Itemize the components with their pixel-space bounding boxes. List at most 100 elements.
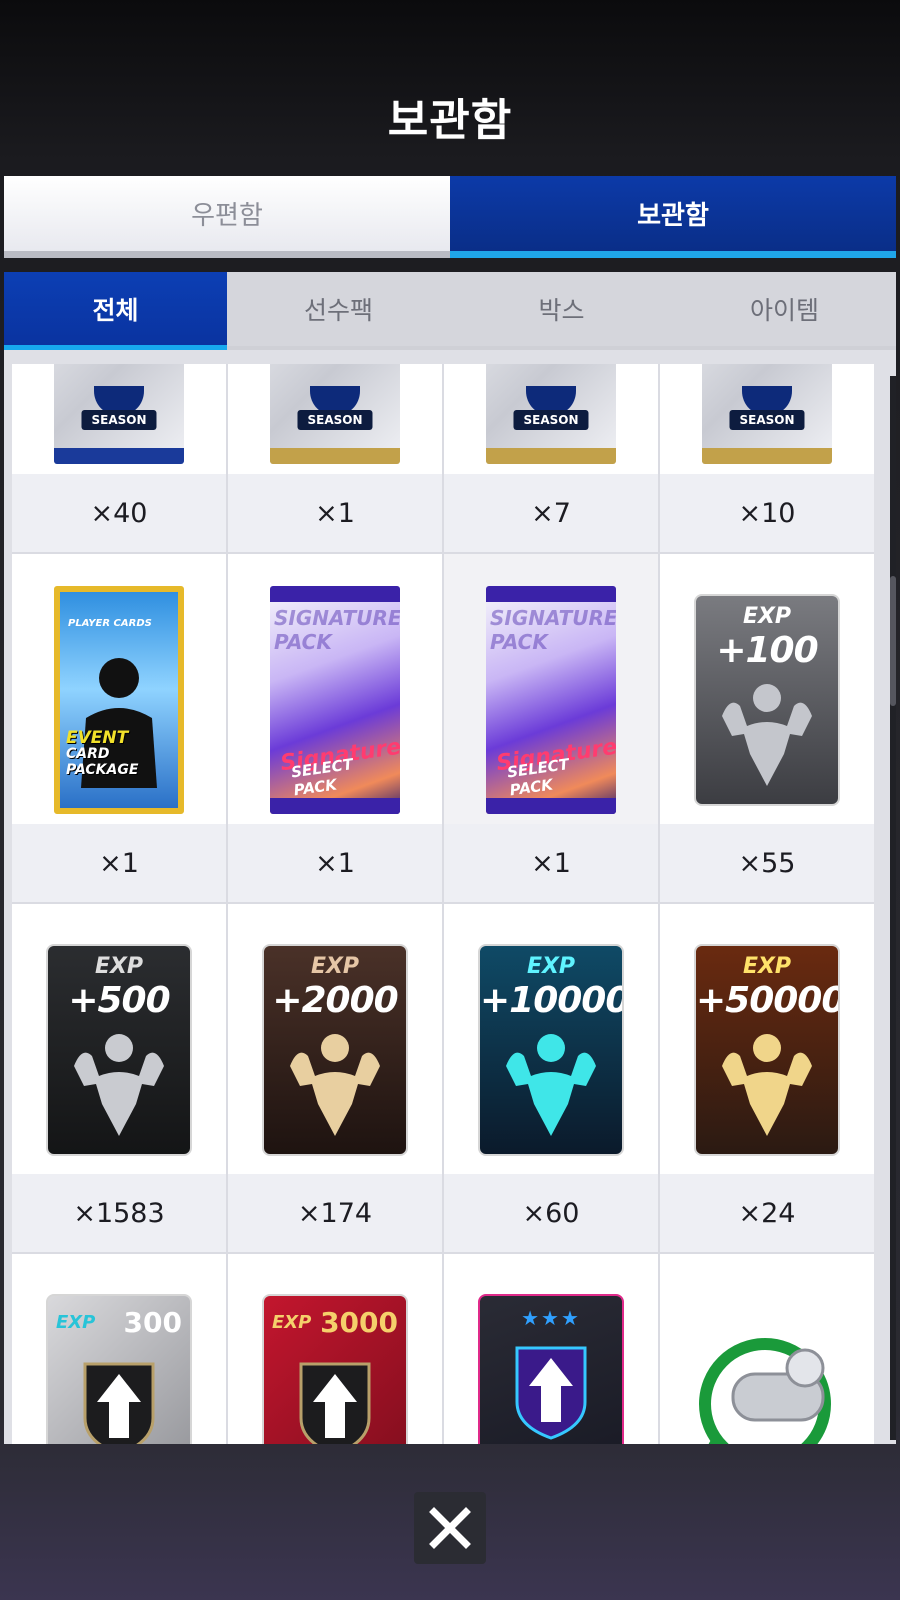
scroll-thumb[interactable] [890, 576, 896, 706]
tab-all[interactable]: 전체 [4, 272, 227, 350]
item-image [693, 1286, 841, 1444]
season-pack-image: SEASON [270, 364, 400, 464]
star-upgrade-card-image: ★★★ UPGRADE [478, 1294, 624, 1444]
item-quantity: ×1 [228, 824, 442, 902]
pack-crimp [54, 448, 184, 464]
pack-label: SEASON [81, 410, 157, 430]
inventory-item[interactable]: EXP +100 ×55 [660, 554, 874, 902]
inventory-item[interactable]: SIGNATURE PACK Signature SELECT PACK ×1 [444, 554, 658, 902]
inventory-item[interactable]: EXP 300 [12, 1254, 226, 1444]
exp-value: 300 [123, 1306, 182, 1339]
item-quantity: ×1583 [12, 1174, 226, 1252]
item-image: SEASON [261, 364, 409, 468]
inventory-item[interactable]: EXP +2000 ×174 [228, 904, 442, 1252]
item-image: EXP +100 [693, 586, 841, 818]
exp-value: +10000 [480, 980, 624, 1021]
inventory-item[interactable] [660, 1254, 874, 1444]
item-grid-viewport[interactable]: SEASON ×40 SEASON ×1 SEASON ×7 SEASON ×1… [12, 364, 874, 1444]
item-image: SEASON [693, 364, 841, 468]
flexing-player-icon [722, 1034, 812, 1136]
item-image: ★★★ UPGRADE [477, 1286, 625, 1444]
close-button[interactable] [414, 1492, 486, 1564]
pack-label: SEASON [297, 410, 373, 430]
exp-value: +500 [68, 980, 170, 1021]
whistle-icon [699, 1338, 831, 1444]
event-pack-image: PLAYER CARDS EVENT CARD PACKAGE [54, 586, 184, 814]
exp-card-image: EXP +10000 [478, 944, 624, 1156]
exp-card-image: EXP +100 [694, 594, 840, 806]
tab-mailbox[interactable]: 우편함 [4, 176, 450, 258]
exp-card-image: EXP +500 [46, 944, 192, 1156]
exp-value: 3000 [320, 1306, 398, 1339]
exp-label: EXP [742, 604, 792, 629]
item-image: EXP +500 [45, 936, 193, 1168]
season-pack-image: SEASON [702, 364, 832, 464]
exp-card-image: EXP +50000 [694, 944, 840, 1156]
flexing-player-icon [722, 684, 812, 786]
scrollbar[interactable] [890, 376, 896, 1440]
exp-value: +100 [716, 630, 818, 671]
flexing-player-icon [290, 1034, 380, 1136]
category-tab-bar: 전체 선수팩 박스 아이템 [4, 272, 896, 350]
pack-title-line2: CARD PACKAGE [66, 746, 139, 778]
inventory-item[interactable]: EXP +500 ×1583 [12, 904, 226, 1252]
item-quantity: ×1 [12, 824, 226, 902]
tab-box[interactable]: 박스 [450, 272, 673, 350]
upgrade-card-header: EXP 3000 [272, 1306, 398, 1339]
exp-label: EXP [742, 954, 792, 979]
tab-player-pack[interactable]: 선수팩 [227, 272, 450, 350]
tab-storage[interactable]: 보관함 [450, 176, 896, 258]
item-image: SEASON [477, 364, 625, 468]
exp-label: EXP [272, 1312, 312, 1333]
upgrade-exp-card-image: EXP 300 [46, 1294, 192, 1444]
pack-crimp [486, 586, 616, 602]
upgrade-arrow-icon [515, 1346, 587, 1440]
item-image: EXP +2000 [261, 936, 409, 1168]
item-quantity: ×40 [12, 474, 226, 552]
exp-value: +2000 [272, 980, 398, 1021]
inventory-item[interactable]: SEASON ×40 [12, 364, 226, 552]
flexing-player-icon [506, 1034, 596, 1136]
inventory-item[interactable]: EXP +10000 ×60 [444, 904, 658, 1252]
season-pack-image: SEASON [486, 364, 616, 464]
exp-label: EXP [56, 1312, 96, 1333]
signature-pack-image: SIGNATURE PACK Signature SELECT PACK [486, 586, 616, 814]
pack-crimp [270, 448, 400, 464]
inventory-item[interactable]: EXP 3000 [228, 1254, 442, 1444]
item-quantity: ×10 [660, 474, 874, 552]
item-image: EXP 300 [45, 1286, 193, 1444]
pack-bg-text: SIGNATURE PACK [274, 606, 400, 654]
inventory-item[interactable]: ★★★ UPGRADE [444, 1254, 658, 1444]
pack-crimp [270, 798, 400, 814]
item-image: SIGNATURE PACK Signature SELECT PACK [261, 586, 409, 818]
inventory-item[interactable]: SIGNATURE PACK Signature SELECT PACK ×1 [228, 554, 442, 902]
inventory-item[interactable]: EXP +50000 ×24 [660, 904, 874, 1252]
star-rating: ★★★ [521, 1306, 581, 1330]
exp-label: EXP [526, 954, 576, 979]
pack-label: SEASON [729, 410, 805, 430]
pack-crimp [486, 448, 616, 464]
inventory-item[interactable]: PLAYER CARDS EVENT CARD PACKAGE ×1 [12, 554, 226, 902]
pack-crimp [702, 448, 832, 464]
item-quantity: ×24 [660, 1174, 874, 1252]
exp-value: +50000 [696, 980, 840, 1021]
pack-brand: PLAYER CARDS [68, 618, 152, 629]
upgrade-card-header: EXP 300 [56, 1306, 182, 1339]
tab-item[interactable]: 아이템 [673, 272, 896, 350]
upgrade-arrow-icon [299, 1362, 371, 1444]
item-quantity: ×174 [228, 1174, 442, 1252]
item-quantity: ×1 [444, 824, 658, 902]
inventory-item[interactable]: SEASON ×10 [660, 364, 874, 552]
pack-label: SEASON [513, 410, 589, 430]
main-tab-bar: 우편함 보관함 [4, 176, 896, 258]
item-quantity: ×55 [660, 824, 874, 902]
upgrade-arrow-icon [83, 1362, 155, 1444]
inventory-item[interactable]: SEASON ×7 [444, 364, 658, 552]
flexing-player-icon [74, 1034, 164, 1136]
close-icon [429, 1507, 471, 1549]
item-image: EXP 3000 [261, 1286, 409, 1444]
inventory-item[interactable]: SEASON ×1 [228, 364, 442, 552]
season-pack-image: SEASON [54, 364, 184, 464]
item-image: EXP +50000 [693, 936, 841, 1168]
pack-title: EVENT CARD PACKAGE [66, 730, 178, 779]
